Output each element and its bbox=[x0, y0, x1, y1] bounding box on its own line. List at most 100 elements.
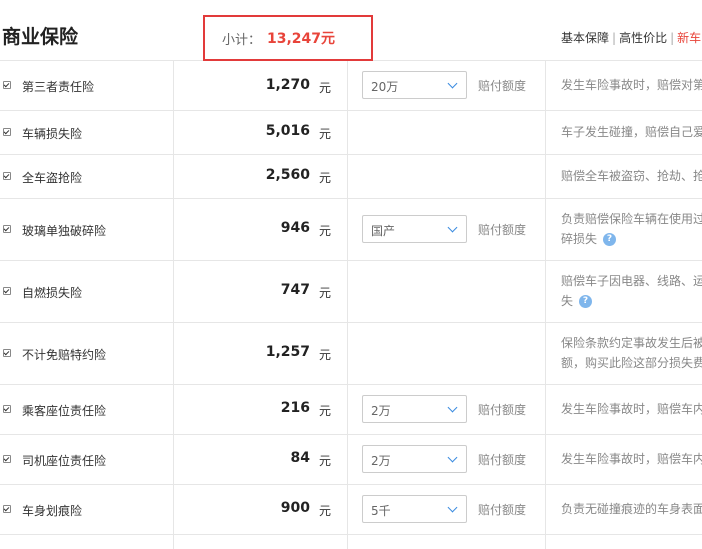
column-divider bbox=[545, 385, 546, 434]
description-line: 发生车险事故时，赔偿车内 bbox=[561, 452, 702, 466]
insurance-row-passenger-seat: 乘客座位责任险 216 元 2万 赔付额度 发生车险事故时，赔偿车内 bbox=[0, 385, 702, 435]
insurance-price: 5,016 bbox=[265, 123, 310, 139]
help-icon[interactable]: ? bbox=[603, 233, 617, 246]
column-divider bbox=[173, 61, 174, 110]
insurance-description: 负责无碰撞痕迹的车身表面 bbox=[561, 499, 702, 519]
insurance-row-partial bbox=[0, 535, 702, 549]
price-unit: 元 bbox=[319, 224, 332, 238]
column-divider bbox=[545, 485, 546, 534]
insurance-name: 自燃损失险 bbox=[22, 286, 83, 300]
row-checkbox[interactable] bbox=[3, 505, 11, 513]
limit-label: 赔付额度 bbox=[478, 79, 527, 93]
chevron-down-icon bbox=[447, 402, 458, 413]
price-unit: 元 bbox=[319, 286, 332, 300]
coverage-select[interactable]: 20万 bbox=[362, 71, 467, 99]
column-divider bbox=[545, 323, 546, 384]
column-divider bbox=[545, 535, 546, 549]
coverage-select-value: 20万 bbox=[371, 80, 399, 94]
tab-basic[interactable]: 基本保障 bbox=[561, 31, 609, 45]
coverage-select-value: 2万 bbox=[371, 454, 391, 468]
coverage-select[interactable]: 5千 bbox=[362, 495, 467, 523]
insurance-description: 保险条款约定事故发生后被 额，购买此险这部分损失费 bbox=[561, 333, 702, 373]
section-title: 商业保险 bbox=[2, 26, 79, 48]
subtotal-box: 小计： 13,247元 bbox=[203, 15, 373, 61]
insurance-name: 乘客座位责任险 bbox=[22, 404, 107, 418]
chevron-down-icon bbox=[447, 78, 458, 89]
insurance-description: 负责赔偿保险车辆在使用过 碎损失? bbox=[561, 209, 702, 249]
column-divider bbox=[347, 155, 348, 198]
coverage-select-value: 5千 bbox=[371, 504, 391, 518]
insurance-row-theft: 全车盗抢险 2,560 元 赔偿全车被盗窃、抢劫、抢 bbox=[0, 155, 702, 199]
column-divider bbox=[173, 111, 174, 154]
insurance-price: 84 bbox=[290, 450, 310, 466]
insurance-name: 车身划痕险 bbox=[22, 504, 83, 518]
row-checkbox[interactable] bbox=[3, 172, 11, 180]
column-divider bbox=[173, 261, 174, 322]
insurance-row-third-party: 第三者责任险 1,270 元 20万 赔付额度 发生车险事故时，赔偿对第 bbox=[0, 61, 702, 111]
column-divider bbox=[173, 199, 174, 260]
column-divider bbox=[545, 435, 546, 484]
column-divider bbox=[173, 323, 174, 384]
insurance-description: 赔偿车子因电器、线路、运 失? bbox=[561, 271, 702, 311]
limit-label: 赔付额度 bbox=[478, 223, 527, 237]
subtotal-value: 13,247元 bbox=[267, 31, 336, 47]
limit-label: 赔付额度 bbox=[478, 453, 527, 467]
tab-new-car[interactable]: 新车 bbox=[677, 31, 701, 45]
insurance-name: 玻璃单独破碎险 bbox=[22, 224, 107, 238]
insurance-price: 2,560 bbox=[265, 167, 310, 183]
column-divider bbox=[173, 435, 174, 484]
row-checkbox[interactable] bbox=[3, 128, 11, 136]
price-unit: 元 bbox=[319, 81, 332, 95]
row-checkbox[interactable] bbox=[3, 455, 11, 463]
coverage-select[interactable]: 2万 bbox=[362, 445, 467, 473]
glass-type-value: 国产 bbox=[371, 224, 396, 238]
column-divider bbox=[347, 485, 348, 534]
insurance-row-deductible-waiver: 不计免赔特约险 1,257 元 保险条款约定事故发生后被 额，购买此险这部分损失… bbox=[0, 323, 702, 385]
insurance-description: 发生车险事故时，赔偿对第 bbox=[561, 75, 702, 95]
glass-type-select[interactable]: 国产 bbox=[362, 215, 467, 243]
column-divider bbox=[545, 261, 546, 322]
column-divider bbox=[347, 261, 348, 322]
insurance-price: 1,270 bbox=[265, 77, 310, 93]
coverage-select-value: 2万 bbox=[371, 404, 391, 418]
description-line: 赔偿全车被盗窃、抢劫、抢 bbox=[561, 169, 702, 183]
column-divider bbox=[347, 535, 348, 549]
help-icon[interactable]: ? bbox=[579, 295, 593, 308]
column-divider bbox=[173, 535, 174, 549]
column-divider bbox=[173, 485, 174, 534]
insurance-price: 946 bbox=[280, 220, 310, 236]
column-divider bbox=[545, 199, 546, 260]
description-line: 失? bbox=[561, 291, 702, 311]
row-checkbox[interactable] bbox=[3, 287, 11, 295]
column-divider bbox=[347, 435, 348, 484]
plan-tabs: 基本保障 | 高性价比 | 新车 bbox=[561, 29, 701, 46]
price-unit: 元 bbox=[319, 504, 332, 518]
tab-separator: | bbox=[670, 31, 675, 45]
tab-separator: | bbox=[612, 31, 617, 45]
description-line: 碎损失? bbox=[561, 229, 702, 249]
insurance-name: 第三者责任险 bbox=[22, 80, 95, 94]
coverage-select[interactable]: 2万 bbox=[362, 395, 467, 423]
column-divider bbox=[545, 61, 546, 110]
description-line-2: 失 bbox=[561, 294, 574, 308]
insurance-name: 司机座位责任险 bbox=[22, 454, 107, 468]
row-checkbox[interactable] bbox=[3, 81, 11, 89]
subtotal-label: 小计： bbox=[222, 33, 262, 48]
insurance-row-vehicle-damage: 车辆损失险 5,016 元 车子发生碰撞，赔偿自己爱 bbox=[0, 111, 702, 155]
insurance-row-self-ignition: 自燃损失险 747 元 赔偿车子因电器、线路、运 失? bbox=[0, 261, 702, 323]
price-unit: 元 bbox=[319, 171, 332, 185]
row-checkbox[interactable] bbox=[3, 405, 11, 413]
column-divider bbox=[347, 61, 348, 110]
description-line: 发生车险事故时，赔偿车内 bbox=[561, 402, 702, 416]
insurance-description: 发生车险事故时，赔偿车内 bbox=[561, 399, 702, 419]
row-checkbox[interactable] bbox=[3, 225, 11, 233]
row-checkbox[interactable] bbox=[3, 349, 11, 357]
price-unit: 元 bbox=[319, 348, 332, 362]
description-line-2: 碎损失 bbox=[561, 232, 598, 246]
column-divider bbox=[347, 323, 348, 384]
limit-label: 赔付额度 bbox=[478, 503, 527, 517]
tab-value[interactable]: 高性价比 bbox=[619, 31, 667, 45]
description-line: 保险条款约定事故发生后被 bbox=[561, 336, 702, 350]
insurance-row-driver-seat: 司机座位责任险 84 元 2万 赔付额度 发生车险事故时，赔偿车内 bbox=[0, 435, 702, 485]
chevron-down-icon bbox=[447, 452, 458, 463]
